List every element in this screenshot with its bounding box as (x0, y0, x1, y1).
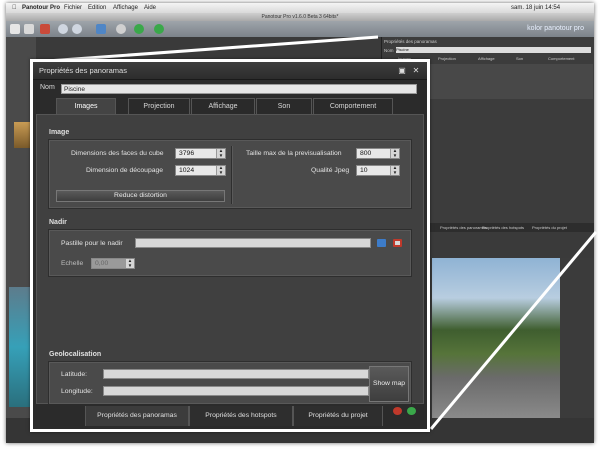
close-icon[interactable]: ✕ (411, 66, 421, 76)
background-right-controls (560, 258, 594, 418)
nom-input[interactable]: Piscine (61, 84, 417, 94)
browse-icon[interactable] (377, 239, 386, 247)
jpeg-quality-value: 10 (360, 167, 368, 174)
image-section-box: Dimensions des faces du cube 3796 ▲ ▼ Dim… (48, 139, 412, 209)
preview-max-size-label: Taille max de la previsualisation (246, 150, 342, 157)
zoomed-properties-panel: Propriétés des panoramas ▣ ✕ Nom Piscine… (30, 59, 430, 432)
nadir-patch-input[interactable] (135, 238, 371, 248)
nadir-section-title: Nadir (49, 219, 67, 226)
cube-faces-value: 3796 (179, 150, 195, 157)
nadir-scale-spinbox[interactable]: 0,00 ▲ ▼ (91, 258, 135, 269)
nadir-patch-label: Pastille pour le nadir (61, 240, 123, 247)
image-section-title: Image (49, 129, 70, 136)
spinner-arrows-icon[interactable]: ▲ ▼ (390, 148, 399, 158)
main-toolbar: kolor panotour pro (6, 21, 594, 37)
mini-panel-title: Propriétés des panoramas (384, 39, 437, 44)
panorama-preview-photo[interactable] (432, 258, 560, 418)
spinner-arrows-icon[interactable]: ▲ ▼ (216, 165, 225, 175)
cube-faces-label: Dimensions des faces du cube (71, 150, 164, 157)
redo-icon[interactable] (72, 24, 82, 34)
jpeg-quality-label: Qualité Jpeg (311, 167, 350, 174)
spinner-arrows-icon[interactable]: ▲ ▼ (390, 165, 399, 175)
mini-tab-son[interactable]: Son (516, 56, 523, 61)
mac-menubar:  Panotour Pro Fichier Edition Affichage… (6, 3, 594, 13)
panel-title-text: Propriétés des panoramas (39, 66, 127, 75)
new-icon[interactable] (10, 24, 20, 34)
menu-aide[interactable]: Aide (144, 3, 156, 13)
mini-nom-label: Nom (384, 48, 394, 53)
mini-bottom-tab-panoramas[interactable]: Propriétés des panoramas (440, 225, 487, 230)
panel-bottom-tabs: Propriétés des panoramas Propriétés des … (33, 404, 427, 429)
nom-label: Nom (40, 84, 55, 91)
latitude-label: Latitude: (61, 371, 88, 378)
panel-tabs: Images Projection Affichage Son Comporte… (36, 98, 424, 114)
menubar-clock: sam. 18 juin 14:54 (511, 5, 561, 11)
brand-logo: kolor panotour pro (527, 25, 584, 32)
menu-app[interactable]: Panotour Pro (22, 3, 60, 13)
detach-icon[interactable]: ▣ (397, 66, 407, 76)
hotspot-add-icon[interactable] (393, 407, 402, 415)
spinner-arrows-icon[interactable]: ▲ ▼ (216, 148, 225, 158)
crop-size-label: Dimension de découpage (86, 167, 164, 174)
undo-icon[interactable] (58, 24, 68, 34)
bottom-tab-projet[interactable]: Propriétés du projet (293, 406, 383, 426)
menu-affichage[interactable]: Affichage (113, 3, 138, 13)
tab-son[interactable]: Son (256, 98, 312, 114)
preview-icon[interactable] (96, 24, 106, 34)
bottom-tab-hotspots[interactable]: Propriétés des hotspots (189, 406, 293, 426)
spinner-arrows-icon[interactable]: ▲ ▼ (125, 258, 134, 268)
mini-bottom-tab-projet[interactable]: Propriétés du projet (532, 225, 567, 230)
menu-edition[interactable]: Edition (88, 3, 106, 13)
panel-title: Propriétés des panoramas ▣ ✕ (33, 62, 427, 80)
longitude-input[interactable] (103, 386, 369, 396)
tab-projection[interactable]: Projection (128, 98, 190, 114)
geo-section-box: Latitude: Longitude: Show map (48, 361, 412, 405)
clear-icon[interactable] (393, 239, 402, 247)
hotspot-link-icon[interactable] (407, 407, 416, 415)
tab-affichage[interactable]: Affichage (191, 98, 255, 114)
mini-nom-input[interactable]: Piscine (396, 47, 591, 53)
jpeg-quality-spinbox[interactable]: 10 ▲ ▼ (356, 165, 400, 176)
properties-panel: Propriétés des panoramas ▣ ✕ Nom Piscine… (33, 62, 427, 429)
delete-icon[interactable] (40, 24, 50, 34)
mini-bottom-tab-hotspots[interactable]: Propriétés des hotspots (482, 225, 524, 230)
longitude-label: Longitude: (61, 388, 93, 395)
tab-images[interactable]: Images (56, 98, 116, 114)
crop-size-value: 1024 (179, 167, 195, 174)
cube-faces-spinbox[interactable]: 3796 ▲ ▼ (175, 148, 226, 159)
window-titlebar: Panotour Pro v1.6.0 Beta 3 64bits* (6, 13, 594, 21)
screenshot-stage:  Panotour Pro Fichier Edition Affichage… (0, 0, 600, 451)
section-divider (231, 146, 232, 204)
apple-icon[interactable]:  (12, 3, 17, 13)
latitude-input[interactable] (103, 369, 369, 379)
menu-fichier[interactable]: Fichier (64, 3, 82, 13)
name-row: Nom Piscine (33, 81, 427, 97)
tab-comportement[interactable]: Comportement (313, 98, 393, 114)
mini-tab-affichage[interactable]: Affichage (478, 56, 495, 61)
tab-content-images: Image Dimensions des faces du cube 3796 … (36, 114, 424, 405)
bottom-tab-panoramas[interactable]: Propriétés des panoramas (85, 406, 189, 426)
nadir-scale-value: 0,00 (95, 260, 109, 267)
open-icon[interactable] (24, 24, 34, 34)
nadir-section-box: Pastille pour le nadir Echelle 0,00 ▲ ▼ (48, 229, 412, 277)
play-icon[interactable] (134, 24, 144, 34)
reduce-distortion-button[interactable]: Reduce distortion (56, 190, 225, 202)
help-icon[interactable] (154, 24, 164, 34)
nadir-scale-label: Echelle (61, 260, 84, 267)
preview-max-size-value: 800 (360, 150, 372, 157)
settings-icon[interactable] (116, 24, 126, 34)
show-map-button[interactable]: Show map (369, 366, 409, 402)
geo-section-title: Geolocalisation (49, 351, 102, 358)
mini-tab-projection[interactable]: Projection (438, 56, 456, 61)
preview-max-size-spinbox[interactable]: 800 ▲ ▼ (356, 148, 400, 159)
crop-size-spinbox[interactable]: 1024 ▲ ▼ (175, 165, 226, 176)
mini-tab-comportement[interactable]: Comportement (548, 56, 574, 61)
